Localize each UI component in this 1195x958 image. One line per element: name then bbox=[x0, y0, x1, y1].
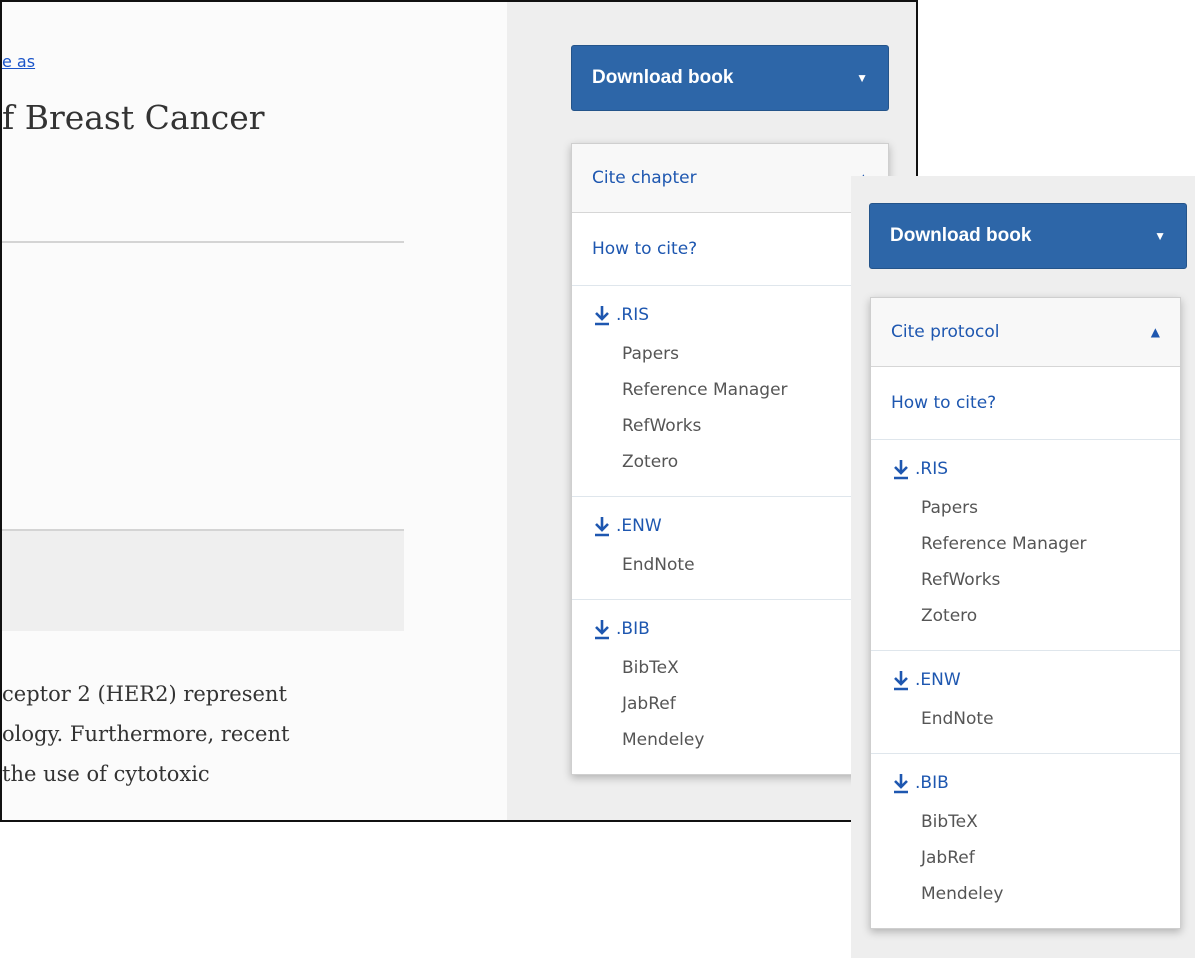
chapter-page-screenshot: e as f Breast Cancer ceptor 2 (HER2) rep… bbox=[0, 0, 918, 822]
cite-format-ris: .RIS Papers Reference Manager RefWorks Z… bbox=[871, 440, 1180, 651]
abstract-text: ceptor 2 (HER2) represent ology. Further… bbox=[2, 674, 289, 794]
tool-name: Zotero bbox=[921, 606, 978, 626]
tool-name: RefWorks bbox=[921, 570, 1001, 590]
tool-name: BibTeX bbox=[622, 658, 679, 678]
download-icon bbox=[595, 306, 609, 326]
chapter-content: e as f Breast Cancer ceptor 2 (HER2) rep… bbox=[2, 2, 507, 820]
download-icon bbox=[894, 460, 908, 480]
ris-download-link[interactable]: .RIS bbox=[891, 458, 1160, 480]
tool-name: BibTeX bbox=[921, 812, 978, 832]
format-ext: .BIB bbox=[915, 773, 949, 793]
format-ext: .ENW bbox=[616, 516, 662, 536]
how-to-cite-link[interactable]: How to cite? bbox=[871, 367, 1180, 440]
tool-name: Mendeley bbox=[622, 730, 705, 750]
cite-format-enw: .ENW EndNote bbox=[871, 651, 1180, 754]
how-to-cite-link[interactable]: How to cite? bbox=[572, 213, 888, 286]
download-book-label: Download book bbox=[592, 67, 734, 88]
tool-name: Papers bbox=[921, 498, 979, 518]
cite-chapter-dropdown: Cite chapter ▲ How to cite? .RIS Papers … bbox=[571, 143, 889, 775]
download-book-button[interactable]: Download book ▼ bbox=[571, 45, 889, 111]
download-icon bbox=[595, 620, 609, 640]
abstract-line: ceptor 2 (HER2) represent bbox=[2, 682, 287, 706]
download-book-button[interactable]: Download book ▼ bbox=[869, 203, 1187, 269]
format-ext: .ENW bbox=[915, 670, 961, 690]
tool-name: Mendeley bbox=[921, 884, 1004, 904]
tool-name: RefWorks bbox=[622, 416, 702, 436]
cite-format-bib: .BIB BibTeX JabRef Mendeley bbox=[572, 600, 888, 774]
cite-protocol-dropdown: Cite protocol ▲ How to cite? .RIS Papers… bbox=[870, 297, 1181, 929]
bib-download-link[interactable]: .BIB bbox=[891, 772, 1160, 794]
protocol-page-screenshot: Download book ▼ Cite protocol ▲ How to c… bbox=[851, 176, 1195, 958]
caret-up-icon: ▲ bbox=[1150, 325, 1160, 339]
tool-name: Reference Manager bbox=[921, 534, 1087, 554]
cite-chapter-toggle[interactable]: Cite chapter ▲ bbox=[572, 144, 888, 213]
caret-down-icon: ▼ bbox=[856, 71, 868, 85]
cite-protocol-toggle[interactable]: Cite protocol ▲ bbox=[871, 298, 1180, 367]
caret-down-icon: ▼ bbox=[1154, 229, 1166, 243]
format-ext: .RIS bbox=[616, 305, 650, 325]
divider bbox=[2, 241, 404, 243]
cite-format-enw: .ENW EndNote bbox=[572, 497, 888, 600]
download-book-label: Download book bbox=[890, 225, 1032, 246]
tool-name: JabRef bbox=[921, 848, 975, 868]
cite-format-ris: .RIS Papers Reference Manager RefWorks Z… bbox=[572, 286, 888, 497]
cite-chapter-label: Cite chapter bbox=[592, 168, 697, 188]
bib-download-link[interactable]: .BIB bbox=[592, 618, 868, 640]
tool-name: EndNote bbox=[622, 555, 695, 575]
info-box bbox=[2, 531, 404, 631]
abstract-line: the use of cytotoxic bbox=[2, 762, 210, 786]
format-ext: .RIS bbox=[915, 459, 949, 479]
abstract-line: ology. Furthermore, recent bbox=[2, 722, 290, 746]
tool-name: JabRef bbox=[622, 694, 676, 714]
cite-format-bib: .BIB BibTeX JabRef Mendeley bbox=[871, 754, 1180, 928]
tool-name: Reference Manager bbox=[622, 380, 788, 400]
enw-download-link[interactable]: .ENW bbox=[592, 515, 868, 537]
tool-name: EndNote bbox=[921, 709, 994, 729]
tool-name: Papers bbox=[622, 344, 680, 364]
download-icon bbox=[595, 517, 609, 537]
tool-name: Zotero bbox=[622, 452, 679, 472]
format-ext: .BIB bbox=[616, 619, 650, 639]
cite-protocol-label: Cite protocol bbox=[891, 322, 1000, 342]
ris-download-link[interactable]: .RIS bbox=[592, 304, 868, 326]
chapter-title: f Breast Cancer bbox=[2, 98, 265, 137]
enw-download-link[interactable]: .ENW bbox=[891, 669, 1160, 691]
download-icon bbox=[894, 774, 908, 794]
download-icon bbox=[894, 671, 908, 691]
save-as-link[interactable]: e as bbox=[2, 52, 35, 71]
